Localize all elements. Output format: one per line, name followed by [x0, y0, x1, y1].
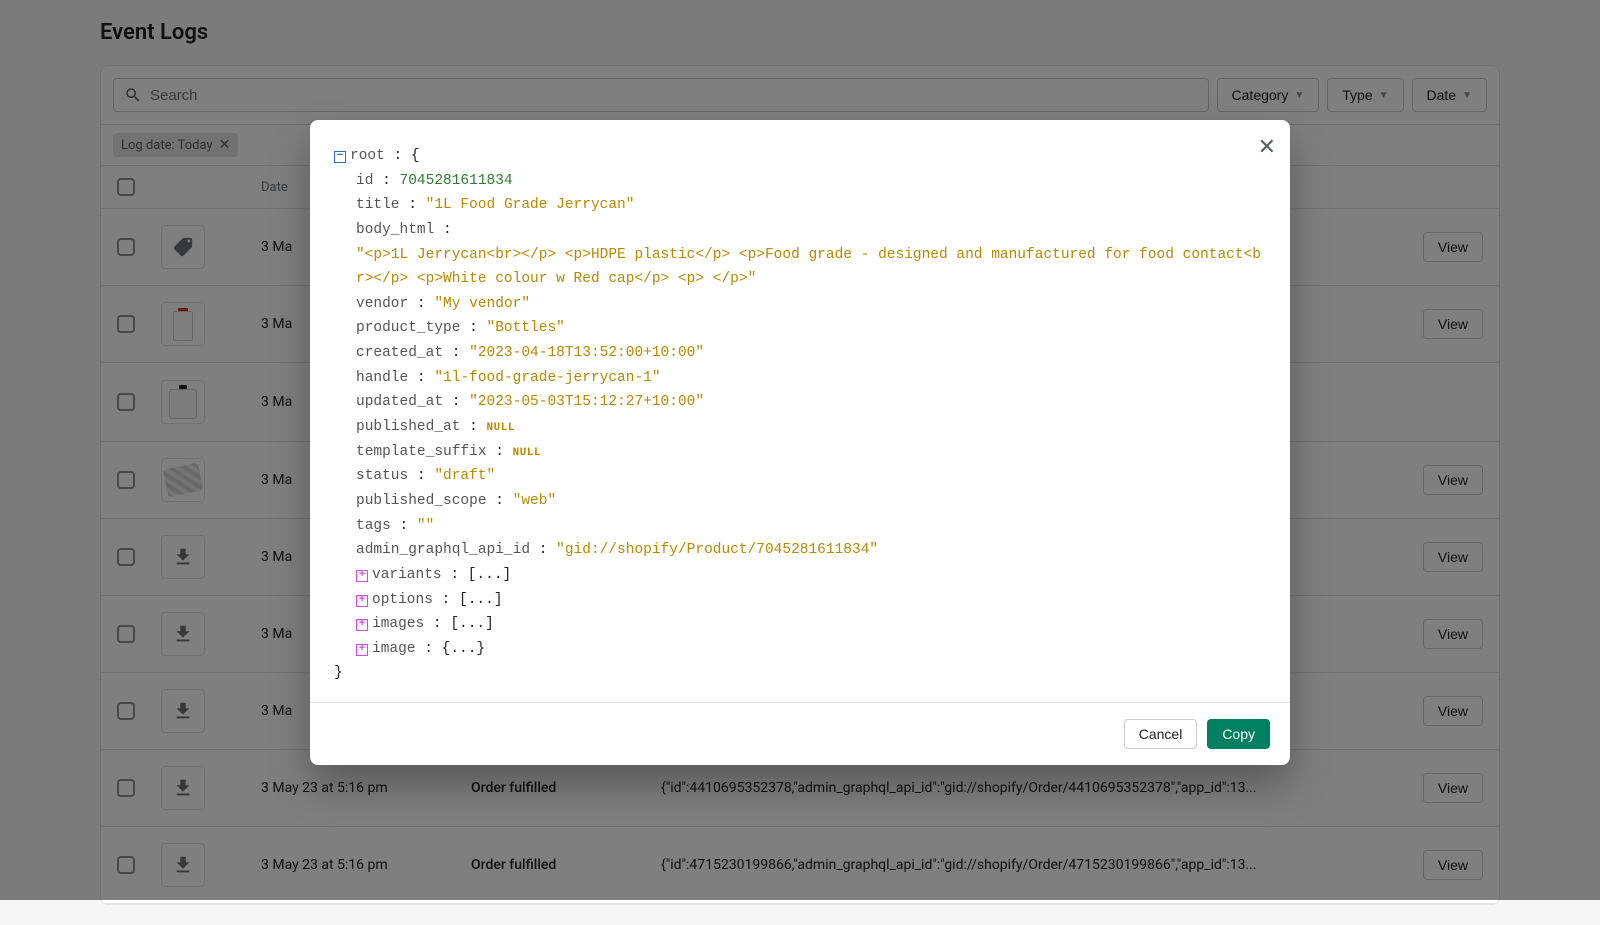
close-button[interactable]: ✕: [1258, 134, 1276, 160]
collapse-icon[interactable]: −: [334, 151, 346, 163]
modal-footer: Cancel Copy: [310, 703, 1290, 765]
expand-icon[interactable]: +: [356, 619, 368, 631]
expand-icon[interactable]: +: [356, 595, 368, 607]
json-viewer: −root : { id : 7045281611834 title : "1L…: [310, 120, 1290, 703]
copy-button[interactable]: Copy: [1207, 719, 1270, 749]
cancel-button[interactable]: Cancel: [1124, 719, 1198, 749]
json-modal: ✕ −root : { id : 7045281611834 title : "…: [310, 120, 1290, 765]
expand-icon[interactable]: +: [356, 644, 368, 656]
modal-overlay: ✕ −root : { id : 7045281611834 title : "…: [0, 0, 1600, 900]
expand-icon[interactable]: +: [356, 570, 368, 582]
